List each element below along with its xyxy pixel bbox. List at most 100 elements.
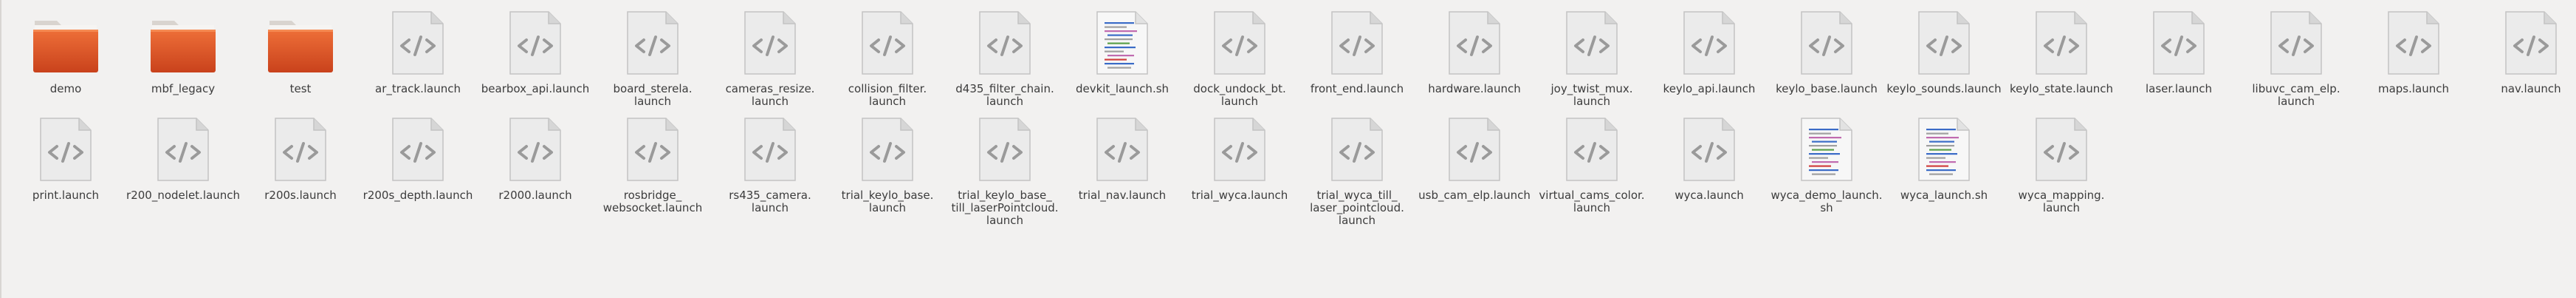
file-item[interactable]: keylo_sounds.launch <box>1886 7 2002 95</box>
file-item[interactable]: wyca_mapping. launch <box>2003 114 2120 214</box>
code-file-icon <box>1791 7 1862 78</box>
file-name-label: rosbridge_ websocket.launch <box>602 189 703 214</box>
file-item[interactable]: front_end.launch <box>1299 7 1415 95</box>
file-item[interactable]: trial_wyca_till_ laser_pointcloud. launc… <box>1299 114 1415 227</box>
file-item[interactable]: usb_cam_elp.launch <box>1416 114 1533 202</box>
code-file-icon <box>1087 114 1158 185</box>
file-item[interactable]: bearbox_api.launch <box>477 7 594 95</box>
code-file-icon <box>852 114 923 185</box>
file-item[interactable]: print.launch <box>7 114 124 202</box>
file-name-label: r2000.launch <box>498 189 572 202</box>
file-item[interactable]: rosbridge_ websocket.launch <box>594 114 711 214</box>
code-file-icon <box>969 7 1040 78</box>
file-name-label: collision_filter. launch <box>848 82 927 108</box>
code-file-icon <box>382 7 453 78</box>
code-file-icon <box>969 114 1040 185</box>
file-name-label: wyca_mapping. launch <box>2018 189 2105 214</box>
code-file-icon <box>265 114 336 185</box>
file-name-label: wyca.launch <box>1675 189 1744 202</box>
code-file-icon <box>1556 7 1627 78</box>
file-item[interactable]: virtual_cams_color. launch <box>1533 114 1650 214</box>
folder-item[interactable]: demo <box>7 7 124 95</box>
file-item[interactable]: trial_keylo_base_ till_laserPointcloud. … <box>947 114 1063 227</box>
file-item[interactable]: joy_twist_mux. launch <box>1533 7 1650 108</box>
file-name-label: devkit_launch.sh <box>1075 82 1169 95</box>
file-name-label: bearbox_api.launch <box>481 82 590 95</box>
file-name-label: board_sterela. launch <box>613 82 693 108</box>
code-file-icon <box>30 114 101 185</box>
script-file-icon <box>1909 114 1979 185</box>
code-file-icon <box>382 114 453 185</box>
code-file-icon <box>148 114 219 185</box>
file-item[interactable]: devkit_launch.sh <box>1064 7 1181 95</box>
file-name-label: hardware.launch <box>1428 82 1521 95</box>
file-item[interactable]: keylo_base.launch <box>1768 7 1885 95</box>
file-name-label: wyca_demo_launch. sh <box>1770 189 1883 214</box>
code-file-icon <box>1204 114 1275 185</box>
code-file-icon <box>500 7 571 78</box>
file-name-label: trial_keylo_base_ till_laserPointcloud. … <box>951 189 1059 227</box>
code-file-icon <box>2261 7 2332 78</box>
file-name-label: test <box>289 82 312 95</box>
file-item[interactable]: rs435_camera. launch <box>712 114 828 214</box>
file-name-label: d435_filter_chain. launch <box>955 82 1054 108</box>
file-item[interactable]: trial_nav.launch <box>1064 114 1181 202</box>
file-name-label: libuvc_cam_elp. launch <box>2252 82 2340 108</box>
file-name-label: demo <box>49 82 82 95</box>
file-item[interactable]: board_sterela. launch <box>594 7 711 108</box>
file-item[interactable]: maps.launch <box>2355 7 2472 95</box>
code-file-icon <box>1439 114 1510 185</box>
code-file-icon <box>2378 7 2449 78</box>
file-name-label: keylo_base.launch <box>1776 82 1878 95</box>
file-name-label: rs435_camera. launch <box>729 189 811 214</box>
folder-icon <box>265 7 336 78</box>
file-item[interactable]: dock_undock_bt. launch <box>1181 7 1298 108</box>
file-item[interactable]: libuvc_cam_elp. launch <box>2238 7 2355 108</box>
file-item[interactable]: d435_filter_chain. launch <box>947 7 1063 108</box>
file-name-label: cameras_resize. launch <box>725 82 815 108</box>
file-item[interactable]: cameras_resize. launch <box>712 7 828 108</box>
code-file-icon <box>735 114 806 185</box>
code-file-icon <box>1556 114 1627 185</box>
file-name-label: laser.launch <box>2145 82 2213 95</box>
file-item[interactable]: wyca.launch <box>1651 114 1768 202</box>
file-name-label: r200_nodelet.launch <box>126 189 240 202</box>
file-item[interactable]: laser.launch <box>2120 7 2237 95</box>
file-item[interactable]: trial_keylo_base. launch <box>829 114 946 214</box>
folder-item[interactable]: test <box>242 7 359 95</box>
code-file-icon <box>1204 7 1275 78</box>
file-item[interactable]: keylo_state.launch <box>2003 7 2120 95</box>
file-item[interactable]: nav.launch <box>2473 7 2576 95</box>
file-item[interactable]: ar_track.launch <box>360 7 476 95</box>
code-file-icon <box>617 7 688 78</box>
file-item[interactable]: trial_wyca.launch <box>1181 114 1298 202</box>
file-item[interactable]: r200_nodelet.launch <box>125 114 241 202</box>
file-item[interactable]: wyca_launch.sh <box>1886 114 2002 202</box>
file-name-label: nav.launch <box>2501 82 2561 95</box>
file-item[interactable]: collision_filter. launch <box>829 7 946 108</box>
code-file-icon <box>852 7 923 78</box>
file-item[interactable]: r200s.launch <box>242 114 359 202</box>
file-name-label: ar_track.launch <box>375 82 461 95</box>
file-view: demo mbf_legacy test ar_track.launch bea… <box>0 0 2576 298</box>
code-file-icon <box>1322 114 1392 185</box>
file-name-label: r200s_depth.launch <box>363 189 473 202</box>
file-item[interactable]: r200s_depth.launch <box>360 114 476 202</box>
file-name-label: dock_undock_bt. launch <box>1193 82 1286 108</box>
code-file-icon <box>735 7 806 78</box>
file-name-label: keylo_state.launch <box>2010 82 2113 95</box>
file-item[interactable]: hardware.launch <box>1416 7 1533 95</box>
code-file-icon <box>2026 7 2097 78</box>
file-item[interactable]: wyca_demo_launch. sh <box>1768 114 1885 214</box>
file-name-label: mbf_legacy <box>151 82 216 95</box>
file-name-label: wyca_launch.sh <box>1900 189 1988 202</box>
file-name-label: trial_nav.launch <box>1078 189 1167 202</box>
file-name-label: virtual_cams_color. launch <box>1539 189 1645 214</box>
folder-item[interactable]: mbf_legacy <box>125 7 241 95</box>
script-file-icon <box>1791 114 1862 185</box>
code-file-icon <box>2026 114 2097 185</box>
code-file-icon <box>500 114 571 185</box>
file-item[interactable]: r2000.launch <box>477 114 594 202</box>
file-item[interactable]: keylo_api.launch <box>1651 7 1768 95</box>
file-name-label: trial_wyca.launch <box>1191 189 1288 202</box>
